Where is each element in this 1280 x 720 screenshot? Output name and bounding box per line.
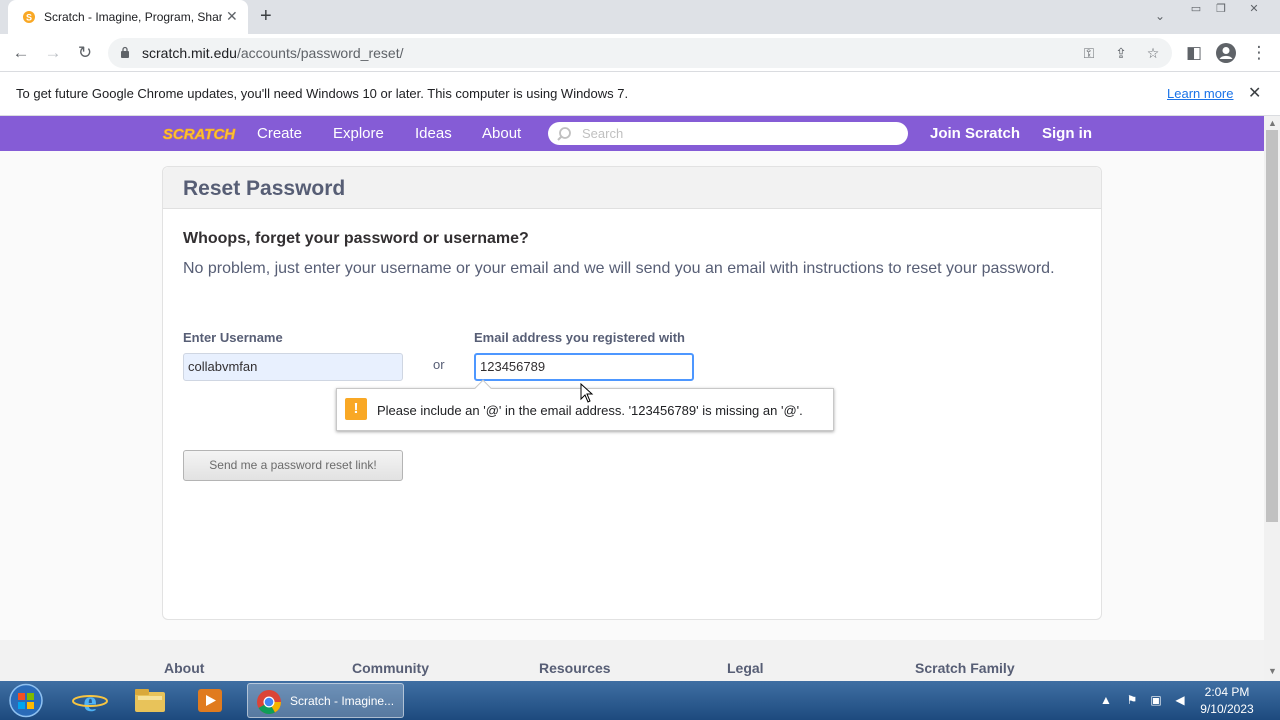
footer-heading-scratch-family[interactable]: Scratch Family — [915, 660, 1015, 676]
new-tab-button[interactable]: + — [260, 5, 272, 28]
clock-time[interactable]: 2:04 PM — [1197, 685, 1257, 699]
scratch-logo[interactable]: SCRATCH — [162, 121, 236, 145]
search-placeholder: Search — [582, 126, 624, 141]
svg-text:e: e — [83, 685, 96, 717]
chrome-icon — [257, 690, 281, 715]
footer-heading-resources[interactable]: Resources — [539, 660, 611, 676]
svg-text:S: S — [26, 13, 32, 23]
mouse-cursor-icon — [580, 383, 594, 403]
profile-avatar-icon[interactable] — [1215, 42, 1237, 64]
clock-date[interactable]: 9/10/2023 — [1197, 702, 1257, 716]
reload-icon[interactable]: ↻ — [74, 42, 96, 64]
key-icon[interactable]: ⚿ — [1080, 44, 1098, 62]
url-text[interactable]: scratch.mit.edu/accounts/password_reset/ — [142, 45, 403, 61]
tab-close-icon[interactable]: ✕ — [226, 8, 238, 25]
footer-heading-about[interactable]: About — [164, 660, 204, 676]
page-scrollbar[interactable]: ▲ ▼ — [1264, 116, 1280, 682]
windows-taskbar: e Scratch - Imagine... ▲ ⚑ ▣ ◀ 2:04 PM 9… — [0, 681, 1280, 720]
taskbar-chrome-button[interactable]: Scratch - Imagine... — [247, 683, 404, 718]
internet-explorer-icon[interactable]: e — [70, 684, 110, 717]
media-player-icon[interactable] — [190, 684, 230, 717]
footer: About Community Resources Legal Scratch … — [0, 640, 1264, 682]
url-path: /accounts/password_reset/ — [236, 45, 404, 61]
scroll-up-icon[interactable]: ▲ — [1268, 118, 1277, 128]
search-icon — [557, 127, 571, 141]
url-host: scratch.mit.edu — [142, 45, 237, 61]
username-label: Enter Username — [183, 330, 283, 345]
scratch-favicon-icon: S — [23, 11, 35, 23]
scrollbar-thumb[interactable] — [1266, 130, 1278, 522]
nav-create[interactable]: Create — [257, 125, 302, 142]
update-infobar: To get future Google Chrome updates, you… — [0, 72, 1280, 116]
share-icon[interactable]: ⇪ — [1112, 44, 1130, 62]
side-panel-icon[interactable]: ◧ — [1183, 42, 1205, 64]
browser-tab[interactable]: S Scratch - Imagine, Program, Share ✕ — [8, 0, 248, 34]
taskbar-chrome-label: Scratch - Imagine... — [290, 694, 395, 708]
send-reset-link-button[interactable]: Send me a password reset link! — [183, 450, 403, 481]
chrome-menu-icon[interactable]: ⋮ — [1248, 42, 1270, 64]
minimize-icon[interactable]: ▭ — [1186, 2, 1206, 16]
bookmark-star-icon[interactable]: ☆ — [1144, 44, 1162, 62]
instructions-text: No problem, just enter your username or … — [183, 260, 1055, 277]
warning-icon: ! — [345, 398, 367, 420]
scratch-navbar: SCRATCH Create Explore Ideas About Searc… — [0, 116, 1264, 151]
scroll-down-icon[interactable]: ▼ — [1268, 666, 1277, 676]
network-icon[interactable]: ▣ — [1148, 693, 1164, 709]
tray-expand-icon[interactable]: ▲ — [1098, 693, 1114, 709]
nav-explore[interactable]: Explore — [333, 125, 384, 142]
infobar-close-icon[interactable]: ✕ — [1248, 83, 1261, 103]
footer-heading-legal[interactable]: Legal — [727, 660, 764, 676]
address-bar[interactable]: scratch.mit.edu/accounts/password_reset/… — [108, 38, 1172, 68]
learn-more-link[interactable]: Learn more — [1167, 86, 1233, 101]
email-field[interactable]: 123456789 — [474, 353, 694, 381]
windows-start-icon[interactable] — [4, 681, 48, 720]
tooltip-arrow — [474, 379, 492, 397]
sign-in-link[interactable]: Sign in — [1042, 125, 1092, 142]
tab-title: Scratch - Imagine, Program, Share — [44, 10, 222, 24]
lock-icon — [121, 46, 129, 58]
browser-toolbar: ← → ↻ scratch.mit.edu/accounts/password_… — [0, 34, 1280, 72]
infobar-message: To get future Google Chrome updates, you… — [16, 86, 629, 101]
file-explorer-icon[interactable] — [130, 684, 170, 717]
username-field[interactable]: collabvmfan — [183, 353, 403, 381]
or-separator: or — [433, 357, 445, 372]
svg-text:SCRATCH: SCRATCH — [163, 126, 236, 143]
reset-password-card: Reset Password Whoops, forget your passw… — [162, 166, 1102, 620]
page-title: Reset Password — [183, 177, 346, 200]
nav-ideas[interactable]: Ideas — [415, 125, 452, 142]
volume-muted-icon[interactable]: ◀ — [1172, 693, 1188, 709]
forward-icon[interactable]: → — [42, 42, 64, 64]
restore-icon[interactable]: ❐ — [1211, 2, 1231, 16]
email-label: Email address you registered with — [474, 330, 685, 345]
window-close-icon[interactable]: ✕ — [1244, 2, 1264, 16]
back-icon[interactable]: ← — [10, 42, 32, 64]
nav-about[interactable]: About — [482, 125, 521, 142]
search-input[interactable]: Search — [548, 122, 908, 145]
tooltip-message: Please include an '@' in the email addre… — [377, 403, 803, 418]
footer-heading-community[interactable]: Community — [352, 660, 429, 676]
question-heading: Whoops, forget your password or username… — [183, 230, 529, 247]
action-center-icon[interactable]: ⚑ — [1124, 693, 1140, 709]
browser-tab-strip: S Scratch - Imagine, Program, Share ✕ + … — [0, 0, 1280, 34]
tab-search-chevron-icon[interactable]: ⌄ — [1150, 9, 1170, 23]
card-header: Reset Password — [163, 167, 1101, 209]
join-scratch-link[interactable]: Join Scratch — [930, 125, 1020, 142]
page-content: SCRATCH Create Explore Ideas About Searc… — [0, 116, 1264, 682]
